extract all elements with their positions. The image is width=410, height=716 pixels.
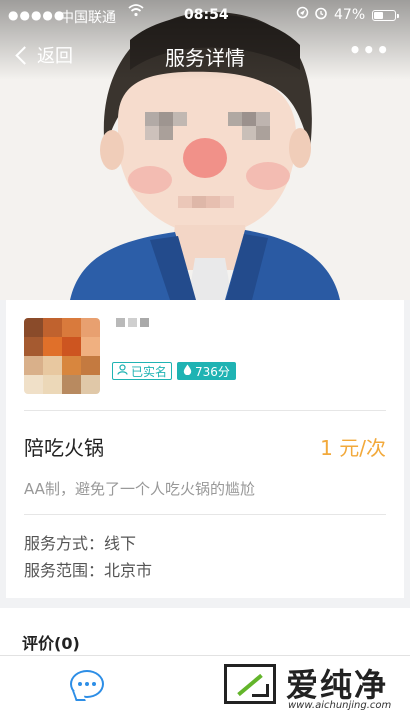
battery-icon	[372, 10, 399, 21]
verified-label: 已实名	[131, 364, 168, 379]
site-watermark: 爱纯净 www.aichunjing.com	[216, 658, 410, 715]
watermark-logo-icon	[224, 664, 276, 704]
review-title[interactable]: 评价(0)	[22, 630, 80, 654]
avatar[interactable]	[24, 318, 100, 394]
divider	[24, 514, 386, 515]
user-badges: 已实名 736分	[112, 362, 236, 380]
person-icon	[117, 364, 128, 378]
service-area-label: 服务范围：	[24, 561, 105, 580]
wifi-icon	[128, 3, 144, 21]
service-title: 陪吃火锅	[24, 436, 104, 460]
clock: 08:54	[184, 7, 229, 23]
alarm-icon	[314, 6, 328, 24]
service-price: 1 元/次	[320, 436, 386, 460]
username-blurred	[116, 318, 149, 327]
nav-bar: 返回 服务详情 •••	[0, 32, 410, 76]
verified-badge: 已实名	[112, 362, 173, 380]
service-mode-row: 服务方式：线下	[24, 530, 136, 554]
review-section: 评价(0)	[0, 608, 410, 656]
service-area-value: 北京市	[104, 561, 153, 580]
carrier-name: 中国联通	[60, 10, 116, 26]
chat-icon[interactable]	[70, 670, 104, 698]
more-options-button[interactable]: •••	[349, 38, 390, 62]
service-mode-value: 线下	[104, 534, 137, 553]
watermark-url: www.aichunjing.com	[288, 700, 392, 711]
divider	[24, 410, 386, 411]
location-icon	[296, 6, 309, 23]
service-card: 已实名 736分 陪吃火锅 1 元/次 AA制，避免了一个人吃火锅的尴尬 服务方…	[6, 300, 404, 598]
drop-icon	[183, 364, 192, 378]
service-mode-label: 服务方式：	[24, 534, 105, 553]
signal-strength: ●●●●●	[8, 8, 66, 22]
service-area-row: 服务范围：北京市	[24, 557, 152, 581]
status-bar: ●●●●● 中国联通 08:54 47%	[0, 0, 410, 30]
service-description: AA制，避免了一个人吃火锅的尴尬	[24, 480, 255, 498]
credit-score-badge: 736分	[177, 362, 236, 380]
credit-score: 736分	[195, 364, 230, 379]
battery-level-fill	[374, 12, 383, 19]
battery-percent: 47%	[334, 7, 366, 23]
